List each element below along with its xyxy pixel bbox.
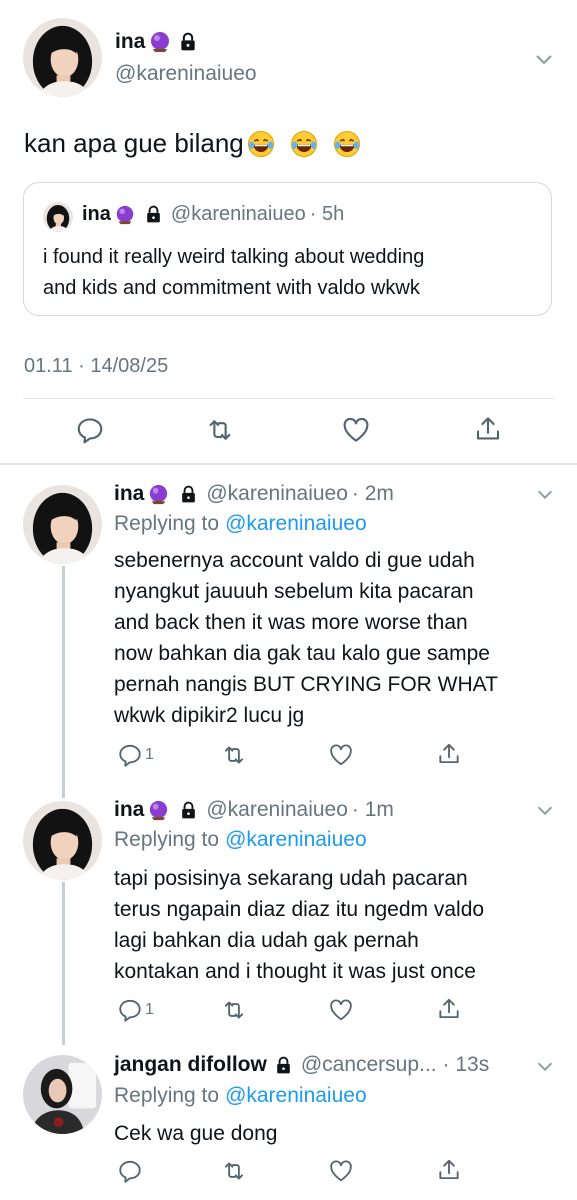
reply-time[interactable]: · 13s [443,1053,490,1077]
retweet-icon[interactable] [219,997,249,1023]
lock-icon [178,32,198,52]
share-icon[interactable] [473,414,503,444]
reply-action[interactable]: 1 [117,997,154,1023]
reply-author-name[interactable]: jangan difollow [114,1053,267,1077]
share-icon[interactable] [436,996,462,1022]
crystal-ball-icon [147,483,170,506]
replying-to-label: Replying to [114,1084,220,1107]
laughing-emoji-icon [332,129,362,159]
chevron-down-icon[interactable] [534,799,556,821]
reply-text-line: nyangkut jauuuh sebelum kita pacaran [114,580,474,603]
reply-author-name[interactable]: ina [114,798,144,822]
thread-line [62,882,65,1045]
reply-text-line: wkwk dipikir2 lucu jg [114,704,305,727]
reply-text-line: Cek wa gue dong [114,1122,278,1145]
crystal-ball-icon [114,204,136,226]
section-divider [0,463,577,465]
reply-icon[interactable] [75,415,105,445]
chevron-down-icon[interactable] [534,483,556,505]
chevron-down-icon[interactable] [534,1055,556,1077]
heart-icon[interactable] [328,742,354,768]
reply-icon[interactable] [117,742,143,768]
replying-to-link[interactable]: @kareninaiueo [225,828,367,852]
quoted-author-name: ina [82,203,111,225]
tweet-text: kan apa gue bilang [24,128,244,158]
chevron-down-icon[interactable] [532,47,556,71]
replying-to-link[interactable]: @kareninaiueo [225,512,367,536]
reply-text-line: pernah nangis BUT CRYING FOR WHAT [114,673,498,696]
crystal-ball-icon [147,799,170,822]
reply-avatar[interactable] [23,1055,102,1134]
author-name[interactable]: ina [115,30,145,54]
divider [23,398,554,399]
reply-author-handle[interactable]: @kareninaiueo [206,482,348,506]
reply-text-line: now bahkan dia gak tau kalo gue sampe [114,642,490,665]
reply-icon[interactable] [117,997,143,1023]
reply-avatar[interactable] [23,801,102,880]
author-avatar[interactable] [23,18,102,97]
heart-icon[interactable] [341,415,371,445]
heart-icon[interactable] [328,1158,354,1184]
quoted-text-line: and kids and commitment with valdo wkwk [43,277,420,299]
quoted-time: · 5h [309,203,345,225]
reply-action[interactable] [117,1158,143,1184]
thread-line [62,566,65,798]
laughing-emoji-icon [246,129,276,159]
retweet-icon[interactable] [219,742,249,768]
lock-icon [144,205,163,224]
tweet-timestamp[interactable]: 01.11 · 14/08/25 [24,355,168,378]
reply-author-handle[interactable]: @kareninaiueo [206,798,348,822]
reply-count: 1 [145,746,154,763]
reply-count: 1 [145,1001,154,1018]
reply-time[interactable]: · 2m [352,482,394,506]
author-handle[interactable]: @kareninaiueo [115,62,257,86]
reply-text-line: lagi bahkan dia udah gak pernah [114,929,419,952]
reply-text-line: sebenernya account valdo di gue udah [114,549,475,572]
retweet-icon[interactable] [219,1158,249,1184]
reply-text-line: terus ngapain diaz diaz itu ngedm valdo [114,898,485,921]
reply-author-name[interactable]: ina [114,482,144,506]
reply-text-line: and back then it was more worse than [114,611,468,634]
reply-text-line: tapi posisinya sekarang udah pacaran [114,867,468,890]
lock-icon [179,485,198,504]
replying-to-label: Replying to [114,512,220,535]
reply-icon[interactable] [117,1158,143,1184]
reply-avatar[interactable] [23,485,102,564]
lock-icon [274,1056,293,1075]
reply-text-line: kontakan and i thought it was just once [114,960,476,983]
retweet-icon[interactable] [203,415,237,445]
share-icon[interactable] [436,1157,462,1183]
reply-author-handle[interactable]: @cancersup... [301,1053,437,1077]
quoted-tweet-card[interactable]: ina @kareninaiueo · 5h i found it really… [23,182,552,316]
quoted-text-line: i found it really weird talking about we… [43,246,425,268]
replying-to-link[interactable]: @kareninaiueo [225,1084,367,1108]
lock-icon [179,801,198,820]
laughing-emoji-icon [289,129,319,159]
quoted-author-handle: @kareninaiueo [170,203,306,225]
crystal-ball-icon [148,30,172,54]
quoted-avatar [43,202,73,232]
reply-time[interactable]: · 1m [352,798,394,822]
replying-to-label: Replying to [114,828,220,851]
share-icon[interactable] [436,741,462,767]
reply-action[interactable]: 1 [117,742,154,768]
heart-icon[interactable] [328,997,354,1023]
